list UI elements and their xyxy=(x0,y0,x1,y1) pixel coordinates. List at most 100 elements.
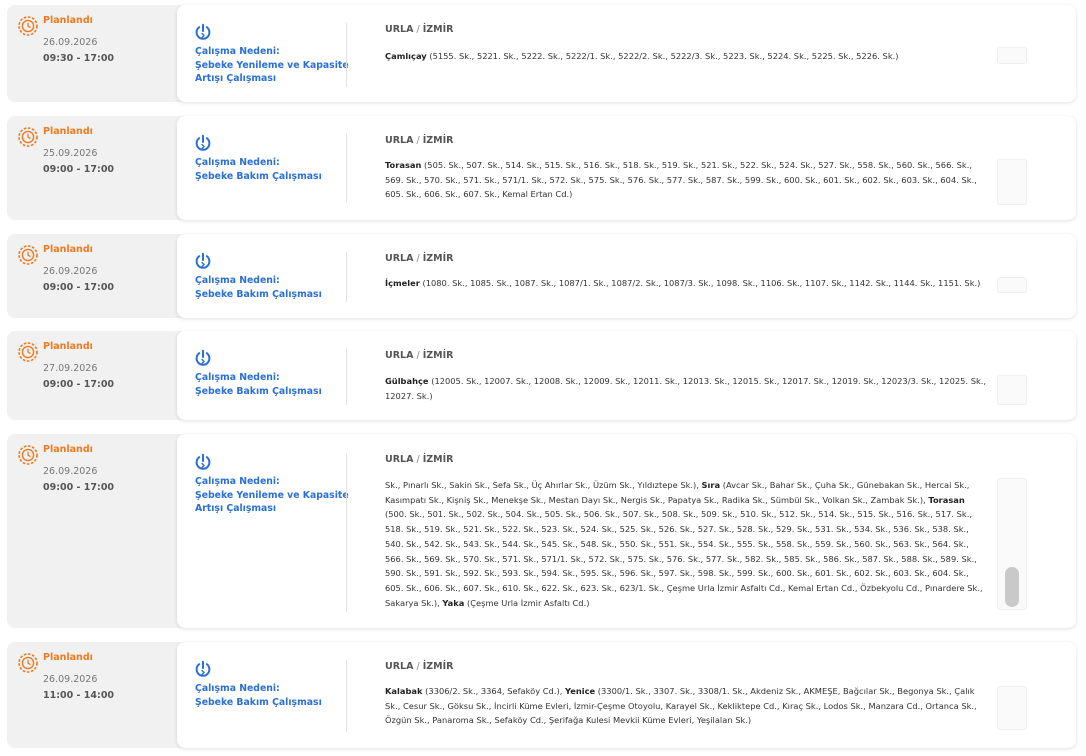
outage-card: Planlandı 25.09.2026 09:00 - 17:00 Çalış… xyxy=(7,116,1076,220)
outage-card: Planlandı 26.09.2026 09:00 - 17:00 Çalış… xyxy=(7,434,1076,628)
area-entry: Torasan (505. Sk., 507. Sk., 514. Sk., 5… xyxy=(385,160,977,199)
gear-clock-icon xyxy=(17,244,39,266)
district: URLA xyxy=(385,253,414,264)
area-entry: Çamlıçay (5155. Sk., 5221. Sk., 5222. Sk… xyxy=(385,51,899,61)
affected-streets: Gülbahçe (12005. Sk., 12007. Sk., 12008.… xyxy=(385,374,989,403)
reason-text: Şebeke Bakım Çalışması xyxy=(195,288,322,300)
scrollbar-track[interactable] xyxy=(997,686,1027,730)
city: İZMİR xyxy=(422,24,454,35)
outage-time: 09:00 - 17:00 xyxy=(43,164,115,175)
city: İZMİR xyxy=(422,454,454,465)
outage-card: Planlandı 27.09.2026 09:00 - 17:00 Çalış… xyxy=(7,331,1076,420)
gear-clock-icon xyxy=(17,444,39,466)
area-entry: Sk., Pınarlı Sk., Sakin Sk., Sefa Sk., Ü… xyxy=(385,480,699,490)
reason-text: Şebeke Yenileme ve Kapasite Artışı Çalış… xyxy=(195,59,349,85)
status-label: Planlandı xyxy=(43,341,93,352)
neighborhood-name: Torasan xyxy=(928,494,965,505)
neighborhood-name: Çamlıçay xyxy=(385,51,427,61)
location: URLA / İZMİR xyxy=(385,24,454,35)
district: URLA xyxy=(385,454,414,465)
outage-detail-panel: Çalışma Nedeni: Şebeke Bakım Çalışması U… xyxy=(177,331,1076,420)
affected-streets: Torasan (505. Sk., 507. Sk., 514. Sk., 5… xyxy=(385,158,989,202)
outage-card: Planlandı 26.09.2026 11:00 - 14:00 Çalış… xyxy=(7,642,1076,748)
work-reason: Çalışma Nedeni: Şebeke Yenileme ve Kapas… xyxy=(195,475,353,516)
neighborhood-name: Yaka xyxy=(442,597,465,608)
street-list: (Çeşme Urla İzmir Asfaltı Cd.) xyxy=(466,597,590,608)
reason-label: Çalışma Nedeni: xyxy=(195,372,280,383)
street-list: (505. Sk., 507. Sk., 514. Sk., 515. Sk.,… xyxy=(385,160,977,200)
reason-label: Çalışma Nedeni: xyxy=(195,476,280,487)
scrollbar-thumb[interactable] xyxy=(1005,567,1019,607)
neighborhood-name: Torasan xyxy=(385,160,422,170)
power-off-icon xyxy=(194,453,212,471)
gear-clock-icon xyxy=(17,652,39,674)
street-list: (1080. Sk., 1085. Sk., 1087. Sk., 1087/1… xyxy=(422,278,981,288)
scrollbar-track[interactable] xyxy=(997,159,1027,205)
outage-time: 09:00 - 17:00 xyxy=(43,482,115,493)
outage-detail-panel: Çalışma Nedeni: Şebeke Yenileme ve Kapas… xyxy=(177,434,1076,628)
gear-clock-icon xyxy=(17,15,39,37)
district: URLA xyxy=(385,661,414,672)
outage-date: 25.09.2026 xyxy=(43,148,98,159)
outage-time: 11:00 - 14:00 xyxy=(43,690,115,701)
power-off-icon xyxy=(194,349,212,367)
outage-detail-panel: Çalışma Nedeni: Şebeke Bakım Çalışması U… xyxy=(177,234,1076,318)
district: URLA xyxy=(385,350,414,361)
power-off-icon xyxy=(194,252,212,270)
outage-card: Planlandı 26.09.2026 09:30 - 17:00 Çalış… xyxy=(7,5,1076,102)
status-label: Planlandı xyxy=(43,444,93,455)
neighborhood-name: Gülbahçe xyxy=(385,376,429,386)
affected-streets: İçmeler (1080. Sk., 1085. Sk., 1087. Sk.… xyxy=(385,276,989,291)
reason-label: Çalışma Nedeni: xyxy=(195,275,280,286)
scrollbar-track[interactable] xyxy=(997,277,1027,293)
city: İZMİR xyxy=(422,135,454,146)
affected-streets: Çamlıçay (5155. Sk., 5221. Sk., 5222. Sk… xyxy=(385,49,989,64)
work-reason: Çalışma Nedeni: Şebeke Bakım Çalışması xyxy=(195,682,353,709)
scrollbar-track[interactable] xyxy=(997,478,1027,610)
city: İZMİR xyxy=(422,253,454,264)
street-list: (12005. Sk., 12007. Sk., 12008. Sk., 120… xyxy=(385,376,987,401)
work-reason: Çalışma Nedeni: Şebeke Bakım Çalışması xyxy=(195,371,353,398)
reason-text: Şebeke Bakım Çalışması xyxy=(195,170,322,182)
reason-label: Çalışma Nedeni: xyxy=(195,157,280,168)
outage-detail-panel: Çalışma Nedeni: Şebeke Yenileme ve Kapas… xyxy=(177,5,1076,102)
power-off-icon xyxy=(194,23,212,41)
reason-text: Şebeke Bakım Çalışması xyxy=(195,696,322,708)
street-list: (500. Sk., 501. Sk., 502. Sk., 504. Sk.,… xyxy=(385,509,983,608)
location: URLA / İZMİR xyxy=(385,350,454,361)
outage-date: 26.09.2026 xyxy=(43,37,98,48)
divider xyxy=(346,134,347,202)
divider xyxy=(346,23,347,87)
neighborhood-name: Sıra xyxy=(701,480,721,490)
gear-clock-icon xyxy=(17,341,39,363)
outage-time: 09:30 - 17:00 xyxy=(43,53,115,64)
location: URLA / İZMİR xyxy=(385,661,454,672)
status-label: Planlandı xyxy=(43,244,93,255)
district: URLA xyxy=(385,24,414,35)
reason-text: Şebeke Yenileme ve Kapasite Artışı Çalış… xyxy=(195,489,349,515)
neighborhood-name: Yenice xyxy=(564,686,596,696)
affected-streets: Kalabak (3306/2. Sk., 3364, Sefaköy Cd.)… xyxy=(385,684,989,728)
status-label: Planlandı xyxy=(43,15,93,26)
area-entry: Torasan (500. Sk., 501. Sk., 502. Sk., 5… xyxy=(385,495,983,608)
street-list: (3306/2. Sk., 3364, Sefaköy Cd.), xyxy=(425,686,563,696)
outage-date: 27.09.2026 xyxy=(43,363,98,374)
affected-streets: Sk., Pınarlı Sk., Sakin Sk., Sefa Sk., Ü… xyxy=(385,478,989,610)
location: URLA / İZMİR xyxy=(385,454,454,465)
neighborhood-name: İçmeler xyxy=(385,278,420,288)
city: İZMİR xyxy=(422,661,454,672)
neighborhood-name: Kalabak xyxy=(385,686,423,696)
divider xyxy=(346,349,347,405)
scrollbar-track[interactable] xyxy=(997,47,1027,64)
reason-text: Şebeke Bakım Çalışması xyxy=(195,385,322,397)
outage-detail-panel: Çalışma Nedeni: Şebeke Bakım Çalışması U… xyxy=(177,116,1076,220)
status-label: Planlandı xyxy=(43,652,93,663)
gear-clock-icon xyxy=(17,126,39,148)
outage-detail-panel: Çalışma Nedeni: Şebeke Bakım Çalışması U… xyxy=(177,642,1076,748)
area-entry: Yaka (Çeşme Urla İzmir Asfaltı Cd.) xyxy=(442,598,589,608)
scrollbar-track[interactable] xyxy=(997,375,1027,405)
outage-time: 09:00 - 17:00 xyxy=(43,379,115,390)
outage-date: 26.09.2026 xyxy=(43,674,98,685)
reason-label: Çalışma Nedeni: xyxy=(195,46,280,57)
area-entry: Gülbahçe (12005. Sk., 12007. Sk., 12008.… xyxy=(385,376,986,401)
